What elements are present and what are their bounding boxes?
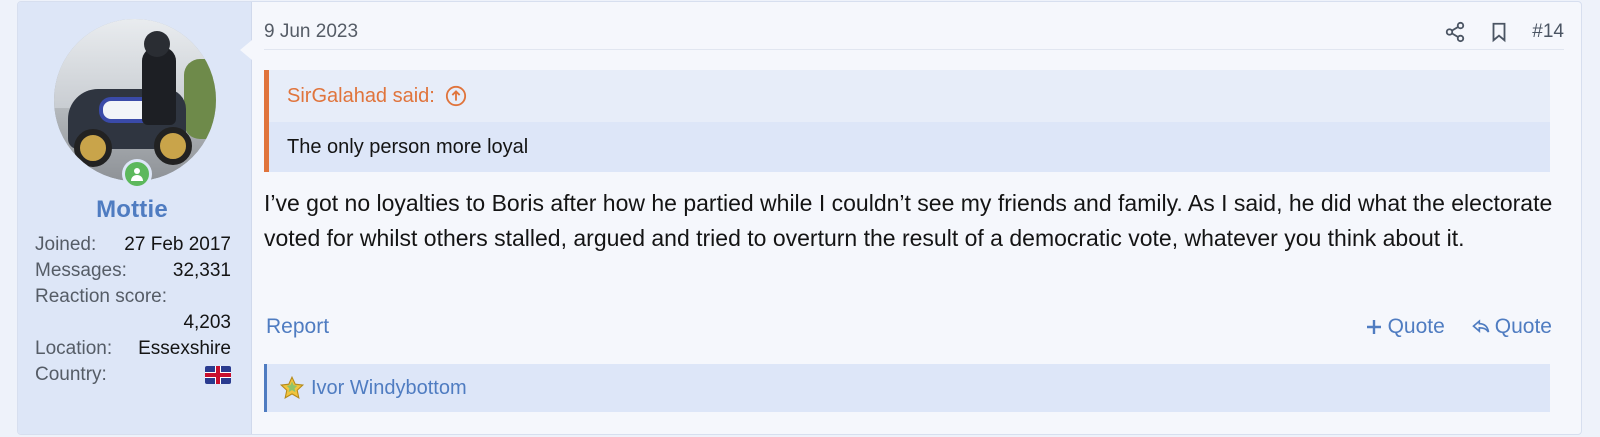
stat-label: Joined: bbox=[35, 234, 97, 255]
user-panel: Mottie Joined: 27 Feb 2017 Messages: 32,… bbox=[18, 2, 252, 434]
quote-header[interactable]: SirGalahad said: bbox=[269, 70, 1550, 122]
stat-value[interactable]: 32,331 bbox=[173, 258, 231, 284]
stat-label: Messages: bbox=[35, 260, 127, 281]
reply-quote-button[interactable]: Quote bbox=[1471, 315, 1552, 339]
quote-author[interactable]: SirGalahad said: bbox=[287, 85, 435, 108]
stat-reaction-value: 4,203 bbox=[35, 310, 231, 336]
avatar[interactable] bbox=[54, 19, 216, 181]
stat-value: 27 Feb 2017 bbox=[124, 234, 231, 255]
multi-quote-label: Quote bbox=[1387, 315, 1445, 338]
post-date[interactable]: 9 Jun 2023 bbox=[264, 21, 358, 43]
stat-joined: Joined: 27 Feb 2017 bbox=[35, 232, 231, 258]
reactions-bar: Ivor Windybottom bbox=[264, 364, 1550, 412]
stat-label: Reaction score: bbox=[35, 286, 168, 307]
stat-location: Location: Essexshire bbox=[35, 336, 231, 362]
reply-quote-label: Quote bbox=[1494, 315, 1552, 338]
post-content: 9 Jun 2023 #14 SirGalahad said: The only… bbox=[264, 2, 1570, 434]
stat-reaction-label: Reaction score: bbox=[35, 284, 231, 310]
stat-label: Country: bbox=[35, 364, 107, 385]
post-arrow bbox=[240, 40, 252, 60]
quote-block: SirGalahad said: The only person more lo… bbox=[264, 70, 1550, 172]
online-status-icon bbox=[122, 159, 152, 189]
stat-country: Country: bbox=[35, 362, 231, 388]
uk-flag-icon bbox=[205, 366, 231, 384]
reaction-users[interactable]: Ivor Windybottom bbox=[311, 377, 467, 400]
post-message: I’ve got no loyalties to Boris after how… bbox=[264, 190, 1553, 251]
stat-label: Location: bbox=[35, 338, 113, 359]
stat-value[interactable]: Essexshire bbox=[138, 336, 231, 362]
multi-quote-button[interactable]: Quote bbox=[1364, 315, 1445, 339]
post-header: 9 Jun 2023 #14 bbox=[264, 14, 1564, 50]
post-number[interactable]: #14 bbox=[1532, 21, 1564, 43]
stat-value: 4,203 bbox=[183, 312, 231, 333]
arrow-up-circle-icon[interactable] bbox=[445, 85, 467, 107]
user-stats: Joined: 27 Feb 2017 Messages: 32,331 Rea… bbox=[35, 232, 231, 388]
plus-icon bbox=[1366, 320, 1381, 334]
star-reaction-icon bbox=[279, 375, 305, 399]
report-link[interactable]: Report bbox=[266, 315, 329, 339]
username[interactable]: Mottie bbox=[18, 196, 246, 224]
share-icon[interactable] bbox=[1444, 21, 1466, 43]
quote-text: The only person more loyal bbox=[269, 122, 1550, 172]
stat-messages: Messages: 32,331 bbox=[35, 258, 231, 284]
post-actions: Report Quote Quote bbox=[266, 315, 1552, 339]
reply-icon bbox=[1472, 319, 1490, 333]
bookmark-icon[interactable] bbox=[1488, 21, 1510, 43]
forum-post: Mottie Joined: 27 Feb 2017 Messages: 32,… bbox=[17, 1, 1582, 435]
